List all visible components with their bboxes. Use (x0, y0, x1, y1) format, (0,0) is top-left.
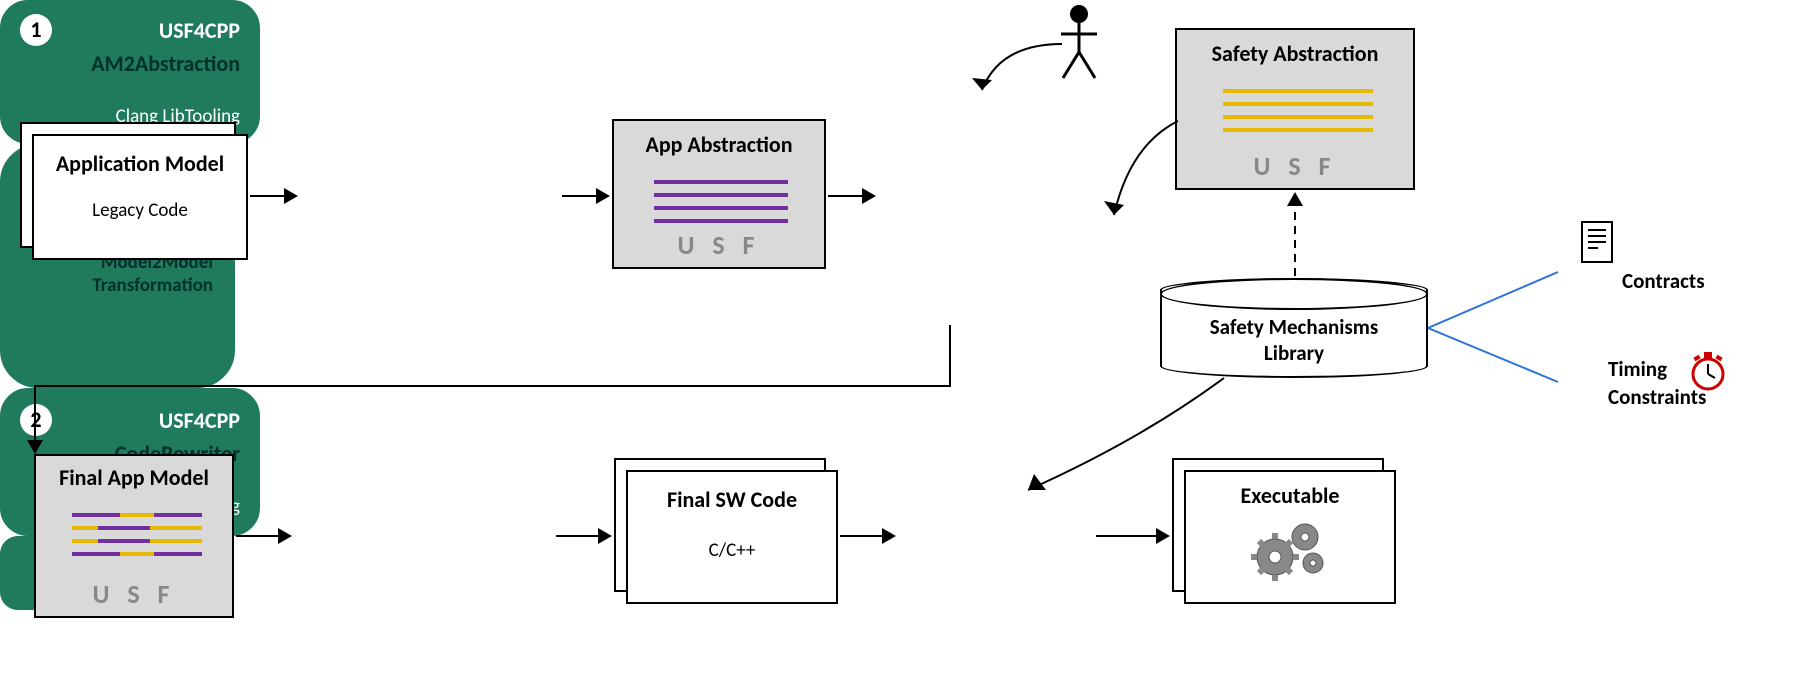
yellow-lines-icon (1223, 80, 1373, 141)
purple-lines-icon (654, 171, 788, 232)
app-model-subtitle: Legacy Code (34, 199, 246, 222)
safety-abstraction-box: Safety Abstraction U S F (1175, 28, 1415, 190)
gears-icon (1245, 513, 1335, 583)
application-model-box: Application Model Legacy Code (32, 134, 248, 260)
contracts-label: Contracts (1622, 268, 1705, 294)
final-app-model-box: Final App Model U S F (34, 454, 234, 618)
safety-to-weaving-arrow (1100, 115, 1190, 235)
final-sw-code-box: Final SW Code C/C++ (626, 470, 838, 604)
arrow (250, 195, 286, 197)
arrow-head (596, 188, 610, 204)
usf4cpp-1-tool: AM2Abstraction (20, 50, 240, 77)
arrow (828, 195, 864, 197)
arrow-head (284, 188, 298, 204)
executable-box: Executable (1184, 470, 1396, 604)
usf-watermark: U S F (1177, 150, 1413, 182)
badge-2: 2 (20, 404, 52, 436)
arrow-head (882, 528, 896, 544)
arrow-head (27, 440, 43, 454)
safety-library-cylinder: Safety Mechanisms Library (1160, 278, 1428, 378)
woven-lines-icon (72, 504, 202, 565)
usf4cpp-1-heading: USF4CPP (159, 17, 240, 44)
arrow (556, 535, 600, 537)
library-line1: Safety Mechanisms (1162, 314, 1426, 340)
arrow-head (1156, 528, 1170, 544)
final-sw-subtitle: C/C++ (628, 539, 836, 562)
app-abs-title: App Abstraction (614, 131, 824, 158)
timing-label: Timing (1608, 356, 1667, 382)
document-icon (1580, 220, 1616, 264)
actor-arrow (970, 34, 1080, 114)
badge-1: 1 (20, 14, 52, 46)
arrow-head (598, 528, 612, 544)
executable-title: Executable (1186, 482, 1394, 509)
final-sw-title: Final SW Code (628, 486, 836, 513)
weaving-sub2: Transformation (2, 274, 213, 297)
safety-abs-title: Safety Abstraction (1177, 40, 1413, 67)
constraints-label: Constraints (1608, 384, 1706, 410)
library-to-safety-arrow (1280, 190, 1310, 280)
usf4cpp-2-heading: USF4CPP (159, 407, 240, 434)
arrow (840, 535, 884, 537)
elbow-v2 (34, 385, 36, 443)
usf-watermark: U S F (614, 229, 824, 261)
arrow (1096, 535, 1158, 537)
library-line2: Library (1162, 340, 1426, 366)
attrib-lines (1428, 254, 1588, 404)
arrow (562, 195, 598, 197)
final-app-title: Final App Model (36, 464, 232, 491)
arrow (236, 535, 280, 537)
app-model-title: Application Model (34, 150, 246, 177)
app-abstraction-box: App Abstraction U S F (612, 119, 826, 269)
elbow-h (34, 385, 951, 387)
arrow-head (278, 528, 292, 544)
usf-watermark: U S F (36, 578, 232, 610)
arrow-head (862, 188, 876, 204)
elbow-v1 (949, 325, 951, 387)
